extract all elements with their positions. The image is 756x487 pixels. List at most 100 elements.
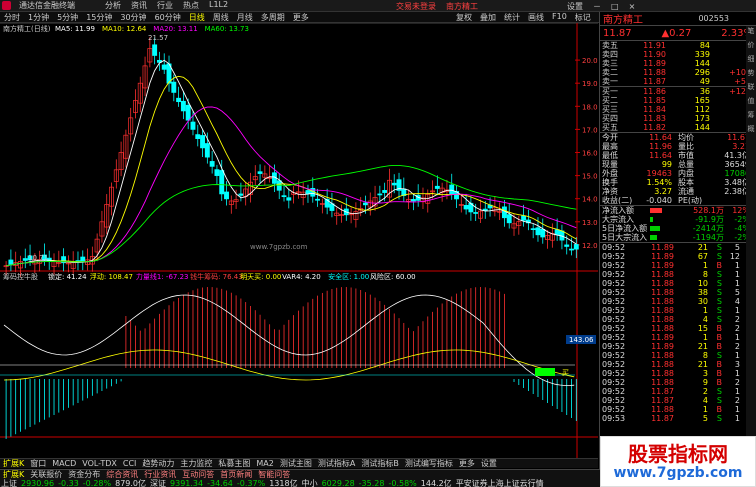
- indicator-tab[interactable]: 更多: [456, 458, 478, 469]
- candle-body: [363, 202, 368, 206]
- book-price: 11.84: [643, 105, 666, 114]
- book-change: +5: [734, 77, 746, 86]
- side-tab[interactable]: 筹: [746, 110, 756, 124]
- tick-row[interactable]: 09:52 11.88 30 S 4: [600, 297, 756, 306]
- current-stock-link[interactable]: 南方精工: [446, 1, 478, 12]
- maximize-icon[interactable]: □: [606, 2, 624, 11]
- period-tab[interactable]: 分时: [0, 12, 24, 23]
- book-price: 11.90: [643, 50, 666, 59]
- indicator-tab[interactable]: 测试指标A: [315, 458, 358, 469]
- indicator-tab[interactable]: MACD: [49, 459, 79, 468]
- top-menu-item[interactable]: 热点: [178, 0, 204, 11]
- side-tab[interactable]: 势: [746, 68, 756, 82]
- tick-row[interactable]: 09:52 11.88 9 B 2: [600, 378, 756, 387]
- book-volume: 144: [694, 123, 710, 132]
- period-tab[interactable]: 周线: [209, 12, 233, 23]
- candle-body: [434, 185, 440, 189]
- period-tab[interactable]: 5分钟: [53, 12, 82, 23]
- side-tab[interactable]: 概: [746, 124, 756, 138]
- indicator-tab[interactable]: 主力监控: [177, 458, 215, 469]
- tick-row[interactable]: 09:52 11.88 3 B 1: [600, 369, 756, 378]
- top-menu-item[interactable]: 行业: [152, 0, 178, 11]
- tick-count: 5: [734, 288, 740, 297]
- tick-row[interactable]: 09:52 11.88 8 S 1: [600, 270, 756, 279]
- chart-stock-title: 南方精工(日线): [3, 24, 51, 33]
- indicator-tab[interactable]: VOL-TDX: [79, 459, 120, 468]
- period-tab[interactable]: 1分钟: [24, 12, 53, 23]
- tick-row[interactable]: 09:52 11.89 1 B 1: [600, 261, 756, 270]
- tick-row[interactable]: 09:53 11.87 5 S 1: [600, 414, 756, 423]
- tick-count: 3: [734, 360, 740, 369]
- indicator-tab[interactable]: 设置: [478, 458, 500, 469]
- side-tab[interactable]: 值: [746, 96, 756, 110]
- trade-login-link[interactable]: 交易未登录: [396, 1, 436, 12]
- price-change: ▲0.27: [661, 27, 692, 39]
- indicator-tab[interactable]: 测试编写指标: [402, 458, 456, 469]
- tick-row[interactable]: 09:52 11.88 38 S 5: [600, 288, 756, 297]
- indicator-tab[interactable]: 趋势动力: [139, 458, 177, 469]
- tick-price: 11.89: [651, 252, 674, 261]
- tick-row[interactable]: 09:52 11.88 21 B 3: [600, 360, 756, 369]
- indicator-tab[interactable]: CCI: [120, 459, 140, 468]
- chart-tool-button[interactable]: 统计: [500, 12, 524, 23]
- tick-price: 11.88: [651, 315, 674, 324]
- tick-side: S: [716, 288, 722, 297]
- tick-row[interactable]: 09:52 11.88 10 S 1: [600, 279, 756, 288]
- close-icon[interactable]: ×: [624, 2, 641, 11]
- side-tab[interactable]: 联: [746, 82, 756, 96]
- tick-row[interactable]: 09:52 11.89 1 B 1: [600, 333, 756, 342]
- tick-row[interactable]: 09:52 11.87 4 S 2: [600, 396, 756, 405]
- indicator-param: 锁定: 41.24: [48, 272, 87, 281]
- indicator-tab[interactable]: 扩展K: [0, 458, 27, 469]
- candle-body: [535, 227, 541, 236]
- period-tab[interactable]: 日线: [185, 12, 209, 23]
- tick-row[interactable]: 09:52 11.88 4 S 2: [600, 315, 756, 324]
- tick-price: 11.89: [651, 333, 674, 342]
- tick-price: 11.88: [651, 270, 674, 279]
- tick-row[interactable]: 09:52 11.88 15 B 2: [600, 324, 756, 333]
- tick-row[interactable]: 09:52 11.87 2 S 1: [600, 387, 756, 396]
- chart-tool-button[interactable]: 标记: [571, 12, 595, 23]
- side-tab[interactable]: 笔: [746, 26, 756, 40]
- indicator-param: 安全区: 1.00: [328, 272, 369, 281]
- indicator-tab[interactable]: 测试主图: [277, 458, 315, 469]
- chart-tool-button[interactable]: 画线: [524, 12, 548, 23]
- period-tab[interactable]: 30分钟: [116, 12, 150, 23]
- indicator-param: VAR4: 4.20: [282, 273, 321, 281]
- tick-volume: 67: [697, 252, 708, 261]
- candle-body: [204, 143, 210, 158]
- period-tab[interactable]: 15分钟: [82, 12, 116, 23]
- buy-signal-label: 买: [562, 369, 569, 377]
- tick-row[interactable]: 09:52 11.88 8 S 1: [600, 351, 756, 360]
- top-menu-item[interactable]: 资讯: [126, 0, 152, 11]
- quote-server: 平安证券上海上证云行情: [455, 479, 544, 487]
- tick-time: 09:53: [602, 414, 626, 423]
- side-tab[interactable]: 价: [746, 40, 756, 54]
- tick-row[interactable]: 09:52 11.89 67 S 12: [600, 252, 756, 261]
- period-tab[interactable]: 月线: [233, 12, 257, 23]
- tick-row[interactable]: 09:52 11.88 1 B 1: [600, 405, 756, 414]
- period-tab[interactable]: 多周期: [257, 12, 289, 23]
- side-tab[interactable]: 细: [746, 54, 756, 68]
- chart-tool-button[interactable]: F10: [548, 12, 571, 23]
- indicator-tab[interactable]: 窗口: [27, 458, 49, 469]
- tick-row[interactable]: 09:52 11.89 21 S 5: [600, 243, 756, 252]
- minimize-icon[interactable]: －: [588, 1, 606, 12]
- indicator-tab[interactable]: 私募主图: [215, 458, 253, 469]
- chart-area[interactable]: 20.00 19.00 18.00 17.00 16.00 15.00 14.00 13.00…: [0, 22, 602, 469]
- period-tab[interactable]: 60分钟: [151, 12, 185, 23]
- indicator-tab[interactable]: MA2: [253, 459, 276, 468]
- tick-row[interactable]: 09:52 11.89 21 B 2: [600, 342, 756, 351]
- settings-menu[interactable]: 设置: [562, 1, 588, 12]
- chart-tool-button[interactable]: 复权: [452, 12, 476, 23]
- top-menu-item[interactable]: L1L2: [204, 0, 233, 11]
- period-tab[interactable]: 更多: [289, 12, 313, 23]
- candle-body: [449, 184, 455, 195]
- candle-body: [195, 134, 201, 139]
- indicator-tab[interactable]: 测试指标B: [358, 458, 402, 469]
- top-menu-item[interactable]: 分析: [100, 0, 126, 11]
- tick-row[interactable]: 09:52 11.88 1 S 1: [600, 306, 756, 315]
- kline-chart[interactable]: 20.00 19.00 18.00 17.00 16.00 15.00 14.00 13.00…: [0, 22, 602, 469]
- tick-list[interactable]: 09:52 11.89 21 S 5 09:52 11.89 67 S 12 09:52 11.89 1…: [600, 242, 756, 423]
- chart-tool-button[interactable]: 叠加: [476, 12, 500, 23]
